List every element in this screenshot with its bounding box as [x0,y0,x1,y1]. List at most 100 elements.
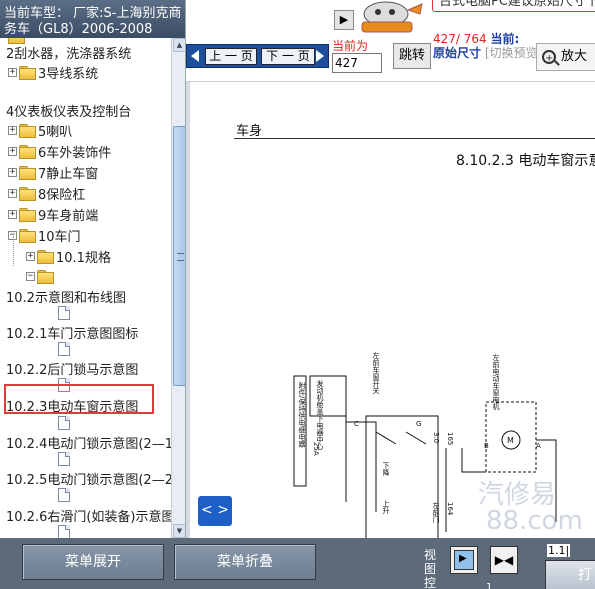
chapter-tree: 2刮水器，洗涤器系统 + 3导线系统 4仪表板仪表及控制台 + 5喇叭 + 6车… [0,38,171,538]
scroll-thumb[interactable] [173,126,185,386]
tree-item-front-end[interactable]: + 9车身前端 [8,204,98,224]
viewer-edge [186,82,190,538]
tree-item-door-icons[interactable]: 10.2.1车门示意图图标 [6,322,138,342]
document-icon [58,416,70,430]
diagram-pin-b: B [484,442,489,450]
page-number-input[interactable]: 427 [332,53,382,73]
tree-item-sliding-door[interactable]: 10.2.6右滑门(如装备)示意图 [6,505,171,525]
tree-item-specs[interactable]: + 10.1规格 [26,246,111,266]
expand-plus-icon[interactable]: + [8,188,17,198]
page-flip-button[interactable]: < > [198,496,232,526]
print-button[interactable]: 打 [545,560,595,589]
diagram-label-relay: 附件/保持供电继电器 [298,381,306,448]
expand-plus-icon[interactable]: + [8,167,17,177]
jump-button[interactable]: 跳转 [393,43,431,69]
section-rule [234,138,595,139]
prev-arrow-icon[interactable] [191,50,199,62]
diagram-label-wire2: 164 [446,502,454,516]
diagram-label-switch: 左前车窗开关 [372,352,380,395]
next-page-button[interactable]: 下 一 页 [261,48,315,65]
tree-item-dash[interactable]: 4仪表板仪表及控制台 [6,100,131,120]
tree-item-schematics-folder[interactable]: − [26,266,56,286]
document-icon [58,452,70,466]
tree-connector [13,236,14,266]
play-icon: ▶ [459,553,467,564]
page-info: 427/ 764 当前: 原始尺寸 [切换预览尺寸] [433,32,566,60]
notice-banner: 台式电脑PC建议原始尺寸下 [432,0,595,12]
tree-item-trim[interactable]: + 6车外装饰件 [8,141,111,161]
folder-icon [19,208,36,222]
document-icon [58,342,70,356]
mascot-icon [361,1,423,33]
page-title: 8.10.2.3 电动车窗示意 [456,153,595,169]
tree-item-doors[interactable]: − 10车门 [8,225,81,245]
document-viewer[interactable]: 车身 8.10.2.3 电动车窗示意 附件/保持供电继电器 发动机舱盖下电器中心… [186,82,595,538]
current-mode-prefix: 当前: [490,32,520,46]
diagram-pin-c: C [354,420,359,428]
top-header: ▶ 台式电脑PC建议原始尺寸下 [186,0,595,38]
diagram-label-wire1: 3.0 [432,432,440,443]
tree-scrollbar[interactable]: ▲ ▼ [171,38,185,538]
document-icon [58,488,70,502]
menu-collapse-button[interactable]: 菜单折叠 [174,544,316,580]
tree-item-power-lock-1[interactable]: 10.2.4电动门锁示意图(2—1 [6,432,171,452]
diagram-label-door: 左前门 [432,501,440,524]
document-icon [58,525,70,538]
view-single-button[interactable]: ▶ [450,546,478,574]
current-mode: 原始尺寸 [433,46,482,60]
page-ratio: 1.1| [547,544,571,557]
selected-item-highlight [4,384,154,414]
current-page-label: 当前为 [332,39,369,53]
diagram-label-wire3: 165 [446,432,454,445]
diagram-pin-g: G [416,420,421,428]
menu-expand-button[interactable]: 菜单展开 [22,544,164,580]
folder-icon [37,250,54,264]
diagram-label-fusebox: 发动机舱盖下电器中心 [316,379,324,450]
tree-item-power-lock-2[interactable]: 10.2.5电动门锁示意图(2—2 [6,468,171,488]
folder-icon [19,124,36,138]
expand-plus-icon[interactable]: + [26,251,35,261]
document-icon [58,306,70,320]
folder-icon [19,187,36,201]
view-fit-button[interactable]: ▶◀ [490,546,518,574]
expand-plus-icon[interactable]: + [8,67,17,77]
folder-icon [19,66,36,80]
svg-text:M: M [507,436,514,445]
tree-item-schematics[interactable]: 10.2示意图和布线图 [6,286,126,306]
collapse-minus-icon[interactable]: − [26,271,35,281]
prev-page-button[interactable]: 上 一 页 [205,48,257,65]
diagram-label-motor: 左前电动车窗电机 [492,353,500,411]
vehicle-header: 当前车型： 厂家:S-上海别克商务车（GL8）2006-2008 [0,0,185,38]
folder-icon [19,166,36,180]
diagram-label-down: 下降 [382,462,390,477]
page-count: 427/ 764 [433,32,487,46]
tree-item-windows[interactable]: + 7静止车窗 [8,162,98,182]
folder-open-icon [37,270,54,284]
folder-open-icon [19,229,36,243]
page-small-number: 1 [486,582,493,589]
zoom-in-button[interactable]: 放大 [536,43,595,72]
left-tree-panel: 当前车型： 厂家:S-上海别克商务车（GL8）2006-2008 2刮水器，洗涤… [0,0,186,538]
page-nav-strip: 上 一 页 下 一 页 [186,44,329,68]
watermark-url: 88.com [486,506,583,536]
scroll-down-arrow-icon[interactable]: ▼ [173,524,185,538]
tree-item-rear-lock[interactable]: 10.2.2后门锁马示意图 [6,358,138,378]
view-control-label: 视图控 [424,548,437,589]
page-toolbar: 上 一 页 下 一 页 当前为 427 跳转 427/ 764 当前: 原始尺寸… [186,32,595,82]
tree-item-horn[interactable]: + 5喇叭 [8,120,72,140]
expand-plus-icon[interactable]: + [8,209,17,219]
section-heading: 车身 [236,124,263,139]
expand-plus-icon[interactable]: + [8,125,17,135]
tree-item-bumper[interactable]: + 8保险杠 [8,183,85,203]
diagram-pin-a: A [536,442,541,450]
folder-icon [19,145,36,159]
tree-item-wiring[interactable]: + 3导线系统 [8,62,98,82]
next-arrow-icon[interactable] [316,50,324,62]
play-arrow-button[interactable]: ▶ [334,10,354,30]
bottom-bar: 菜单展开 菜单折叠 视图控 ▶ ▶◀ 1.1| 1 打 [0,538,595,589]
tree-item-wiper[interactable]: 2刮水器，洗涤器系统 [6,42,131,62]
grip-icon [177,253,184,261]
diagram-label-fuse: 25A [312,442,320,456]
scroll-up-arrow-icon[interactable]: ▲ [173,38,185,52]
expand-plus-icon[interactable]: + [8,146,17,156]
